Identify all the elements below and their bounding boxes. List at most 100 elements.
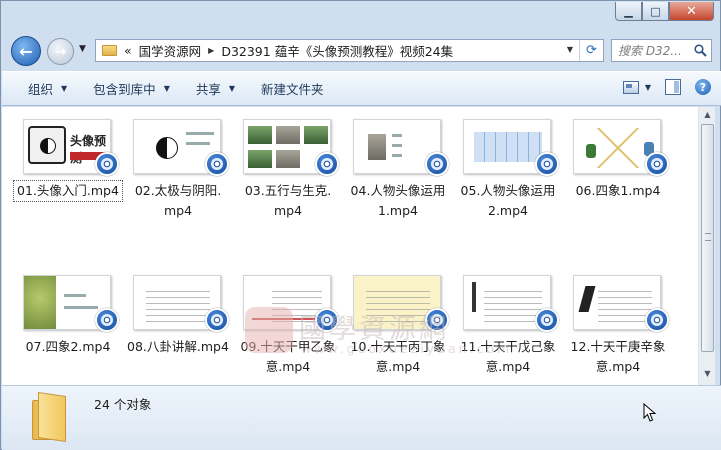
- help-icon[interactable]: ?: [695, 79, 711, 95]
- file-name: 04.人物头像运用 1.mp4: [350, 183, 446, 218]
- organize-menu[interactable]: 组织 ▼: [28, 79, 67, 98]
- file-name: 03.五行与生克. mp4: [244, 183, 332, 218]
- refresh-icon: ⟳: [586, 43, 597, 58]
- thumb-line: [186, 142, 210, 145]
- file-name: 02.太极与阴阳. mp4: [134, 183, 222, 218]
- organize-label: 组织: [28, 82, 54, 97]
- search-placeholder: 搜索 D32...: [618, 44, 682, 58]
- file-item[interactable]: 11.十天干戊己象 意.mp4: [454, 267, 562, 374]
- file-name: 09.十天干甲乙象 意.mp4: [240, 339, 336, 374]
- media-player-icon: [535, 152, 559, 176]
- thumb-text-block: [146, 286, 210, 324]
- new-folder-button[interactable]: 新建文件夹: [261, 79, 324, 98]
- file-name: 08.八卦讲解.mp4: [127, 339, 229, 354]
- caption-buttons: ▁ □ ✕: [615, 2, 714, 21]
- folder-icon: [32, 392, 72, 442]
- address-overflow[interactable]: «: [124, 43, 132, 58]
- minimize-button[interactable]: ▁: [615, 2, 642, 21]
- thumb-cross: [592, 128, 644, 168]
- media-player-icon: [205, 152, 229, 176]
- refresh-button[interactable]: ⟳: [579, 40, 603, 61]
- chevron-right-icon[interactable]: ▶: [208, 46, 214, 55]
- file-name: 12.十天干庚辛象 意.mp4: [570, 339, 666, 374]
- close-button[interactable]: ✕: [669, 2, 714, 21]
- thumb-photo: [304, 126, 328, 144]
- thumb-photo: [248, 150, 272, 168]
- thumb-text-block: [598, 286, 652, 324]
- new-folder-label: 新建文件夹: [261, 82, 324, 97]
- thumb-brush: [578, 286, 596, 312]
- thumb-line: [252, 318, 322, 320]
- file-item[interactable]: 06.四象1.mp4: [564, 111, 672, 209]
- thumb-line: [64, 294, 86, 297]
- vertical-scrollbar[interactable]: ▲ ▼: [698, 107, 715, 385]
- arrow-right-icon: →: [54, 43, 67, 60]
- file-list: 头像预测 01.头像入门.mp4 02.太极与阴阳.mp4: [2, 107, 698, 385]
- file-item[interactable]: 05.人物头像运用 2.mp4: [454, 111, 562, 218]
- thumb-photo: [276, 150, 300, 168]
- include-in-library-menu[interactable]: 包含到库中 ▼: [93, 79, 170, 98]
- breadcrumb-item-current[interactable]: D32391 蕴辛《头像预测教程》视频24集: [221, 41, 453, 60]
- file-item[interactable]: 07.四象2.mp4: [14, 267, 122, 365]
- file-name: 06.四象1.mp4: [575, 183, 661, 198]
- media-player-icon: [645, 308, 669, 332]
- address-bar[interactable]: « 国学资源网 ▶ D32391 蕴辛《头像预测教程》视频24集 ▼ ⟳: [95, 39, 604, 62]
- recent-pages-dropdown[interactable]: ▼: [79, 44, 86, 54]
- media-player-icon: [315, 308, 339, 332]
- view-controls: ▼ ?: [622, 79, 711, 95]
- breadcrumb-item-root[interactable]: 国学资源网: [139, 41, 202, 60]
- view-dropdown-arrow[interactable]: ▼: [645, 83, 651, 92]
- thumb-text-block: [366, 286, 430, 324]
- dropdown-arrow-icon: ▼: [163, 84, 170, 93]
- scroll-down-arrow[interactable]: ▼: [701, 369, 714, 382]
- media-player-icon: [205, 308, 229, 332]
- thumb-table: [474, 132, 542, 162]
- file-item[interactable]: 12.十天干庚辛象 意.mp4: [564, 267, 672, 374]
- back-button[interactable]: ←: [11, 36, 41, 66]
- share-menu[interactable]: 共享 ▼: [196, 79, 235, 98]
- search-icon: [694, 44, 707, 57]
- change-view-icon[interactable]: [622, 80, 639, 94]
- search-input[interactable]: 搜索 D32...: [611, 39, 712, 62]
- file-item[interactable]: 03.五行与生克. mp4: [234, 111, 342, 218]
- explorer-window: ▁ □ ✕ ← → ▼ « 国学资源网 ▶ D32391 蕴辛《头像预测教程》视…: [0, 0, 721, 450]
- media-player-icon: [315, 152, 339, 176]
- file-name: 07.四象2.mp4: [25, 339, 111, 354]
- thumb-line: [64, 306, 98, 309]
- media-player-icon: [645, 152, 669, 176]
- media-player-icon: [95, 308, 119, 332]
- address-dropdown[interactable]: ▼: [567, 45, 573, 54]
- thumb-brush: [472, 282, 476, 312]
- media-player-icon: [95, 152, 119, 176]
- thumb-line: [186, 132, 214, 135]
- maximize-button[interactable]: □: [642, 2, 669, 21]
- forward-button[interactable]: →: [47, 38, 74, 65]
- scroll-thumb[interactable]: [701, 124, 714, 352]
- media-player-icon: [535, 308, 559, 332]
- thumb-line: [392, 154, 402, 157]
- thumb-text-block: [484, 286, 542, 324]
- thumb-line: [392, 134, 402, 137]
- dropdown-arrow-icon: ▼: [228, 84, 236, 93]
- grip-icon: [705, 233, 711, 241]
- file-item[interactable]: 10.十天干丙丁象 意.mp4: [344, 267, 452, 374]
- share-label: 共享: [195, 82, 221, 97]
- yin-yang-graphic: [156, 137, 178, 159]
- thumb-figure: [586, 144, 596, 158]
- file-item[interactable]: 头像预测 01.头像入门.mp4: [13, 111, 123, 209]
- details-pane: 24 个对象: [2, 385, 721, 450]
- include-in-library-label: 包含到库中: [93, 82, 156, 97]
- command-bar: 组织 ▼ 包含到库中 ▼ 共享 ▼ 新建文件夹 ▼ ?: [2, 71, 721, 106]
- bagua-graphic: [28, 126, 66, 164]
- thumb-photo: [368, 134, 386, 160]
- arrow-left-icon: ←: [19, 41, 33, 61]
- file-name: 10.十天干丙丁象 意.mp4: [350, 339, 446, 374]
- file-item[interactable]: 08.八卦讲解.mp4: [124, 267, 232, 365]
- file-item[interactable]: 09.十天干甲乙象 意.mp4: [234, 267, 342, 374]
- scroll-up-arrow[interactable]: ▲: [701, 110, 714, 123]
- preview-pane-icon[interactable]: [665, 79, 681, 95]
- file-item[interactable]: 04.人物头像运用 1.mp4: [344, 111, 452, 218]
- file-item[interactable]: 02.太极与阴阳. mp4: [124, 111, 232, 218]
- thumb-line: [392, 144, 402, 147]
- media-player-icon: [425, 152, 449, 176]
